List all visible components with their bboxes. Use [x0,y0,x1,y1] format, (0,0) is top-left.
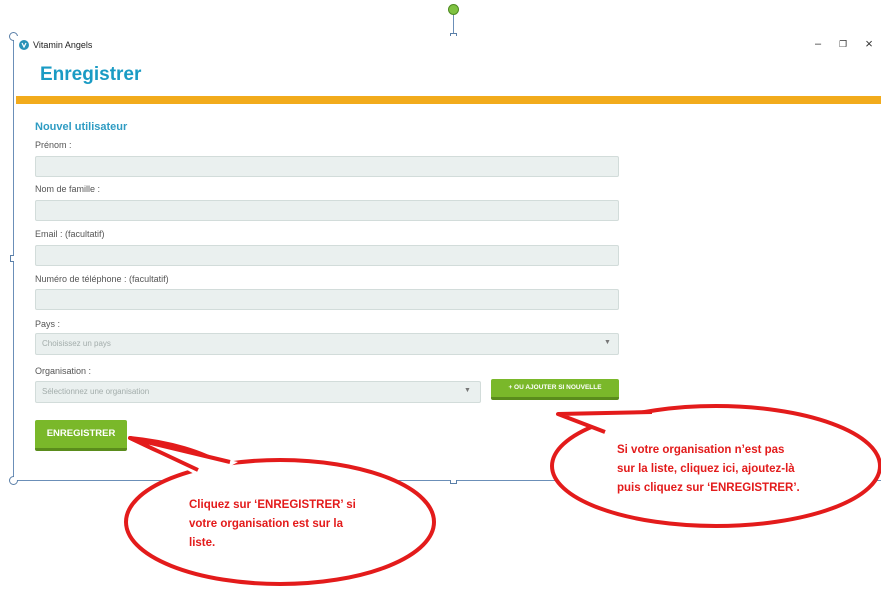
right-callout-text: Si votre organisation n’est pas sur la l… [617,441,800,498]
left-callout-line-3: liste. [189,537,216,549]
left-callout-line-2: votre organisation est sur la [189,518,344,530]
left-callout-text: Cliquez sur ‘ENREGISTRER’ si votre organ… [189,496,356,553]
right-callout-line-3: puis cliquez sur ‘ENREGISTRER’. [617,482,800,494]
callout-shapes [124,404,881,586]
right-callout-line-2: sur la liste, cliquez ici, ajoutez-là [617,463,795,475]
left-callout-line-1: Cliquez sur ‘ENREGISTRER’ si [189,499,356,511]
right-callout-line-1: Si votre organisation n’est pas [617,444,785,456]
